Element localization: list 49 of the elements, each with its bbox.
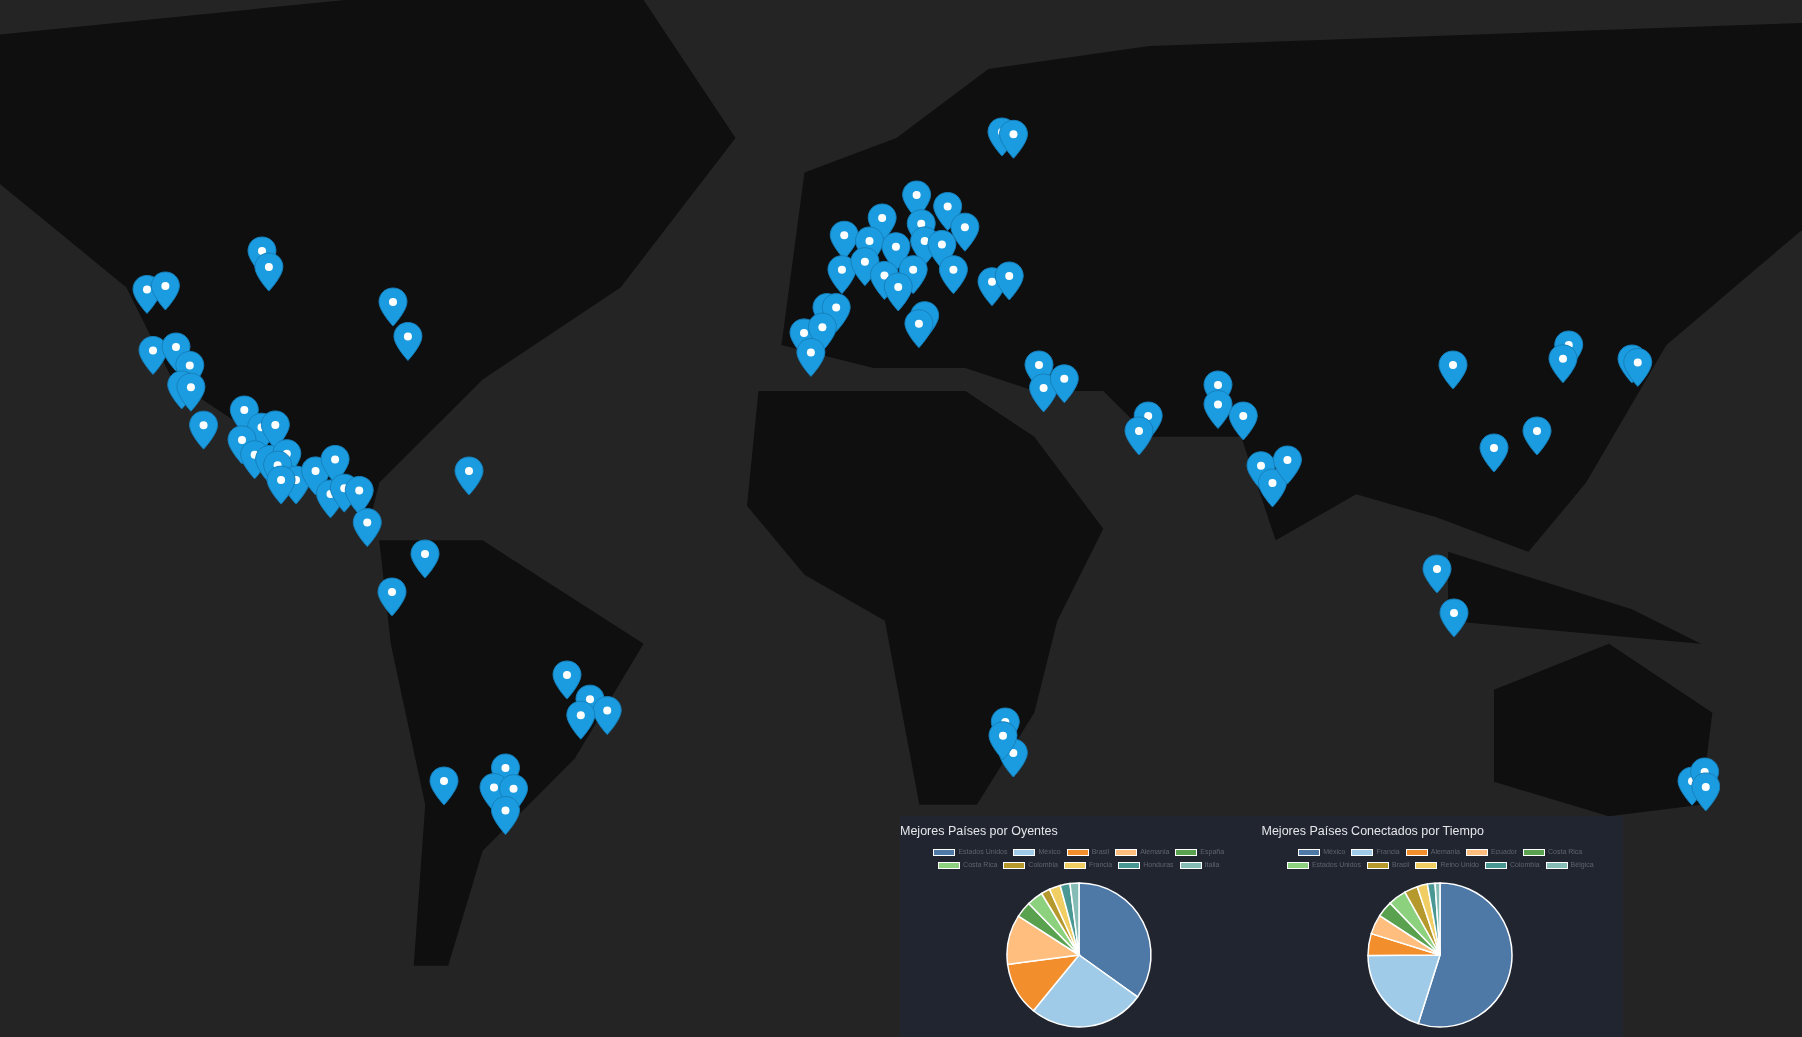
legend-swatch[interactable] (1415, 862, 1438, 869)
legend-swatch[interactable] (1366, 862, 1389, 869)
legend-swatch[interactable] (1118, 862, 1141, 869)
location-pin-icon[interactable] (1438, 597, 1469, 638)
location-pins-drawing[interactable] (137, 332, 219, 451)
location-pins-drawing[interactable] (1245, 444, 1303, 508)
legend-swatch[interactable] (938, 862, 961, 869)
legend-swatch[interactable] (1066, 848, 1089, 856)
legend-swatch[interactable] (1179, 862, 1202, 869)
location-pins-drawing[interactable] (551, 659, 622, 740)
location-pins-drawing[interactable] (1616, 343, 1653, 387)
legend-swatch[interactable] (1351, 848, 1374, 856)
legend-swatch[interactable] (1465, 848, 1488, 856)
legend-swatch[interactable] (1013, 848, 1036, 856)
location-pins-drawing[interactable] (1203, 370, 1259, 441)
location-pins-drawing[interactable] (987, 117, 1029, 160)
location-pins-drawing[interactable] (1547, 329, 1584, 384)
location-pins-drawing[interactable] (227, 395, 383, 548)
legend-swatch[interactable] (1545, 862, 1568, 869)
legend-swatch[interactable] (933, 848, 956, 856)
chart-title: Mejores Países por Oyentes (900, 823, 1059, 840)
location-pins-drawing[interactable] (789, 180, 981, 378)
legend-swatch[interactable] (1405, 848, 1428, 856)
location-pin-icon[interactable] (376, 576, 407, 617)
location-pins-drawing[interactable] (132, 271, 181, 315)
legend-swatch[interactable] (1175, 848, 1198, 856)
legend-swatch[interactable] (1003, 862, 1026, 869)
location-pin-icon[interactable] (428, 766, 459, 807)
legend-swatch[interactable] (1115, 848, 1138, 856)
location-pins-drawing[interactable] (976, 260, 1024, 307)
legend-swatch[interactable] (1298, 848, 1321, 856)
location-pin-icon[interactable] (410, 538, 441, 579)
location-pins-drawing[interactable] (378, 287, 423, 362)
legend-swatch[interactable] (1286, 862, 1309, 869)
location-pin-icon[interactable] (1521, 415, 1552, 456)
location-pins-drawing[interactable] (988, 706, 1029, 778)
location-pins-drawing[interactable] (1123, 401, 1164, 456)
location-pins-drawing[interactable] (479, 752, 529, 836)
legend-swatch[interactable] (1523, 848, 1546, 856)
chart-title: Mejores Países Conectados por Tiempo (1261, 823, 1485, 840)
location-pin-icon[interactable] (1421, 553, 1452, 594)
location-pin-icon[interactable] (453, 456, 484, 497)
legend-swatch[interactable] (1485, 862, 1507, 869)
legend-swatch[interactable] (1063, 862, 1086, 869)
location-pins-drawing[interactable] (247, 235, 284, 292)
location-pin-icon[interactable] (1437, 350, 1468, 391)
location-pin-icon[interactable] (1479, 433, 1509, 474)
location-pins-drawing[interactable] (1023, 350, 1080, 414)
location-pins-drawing[interactable] (1676, 757, 1721, 813)
